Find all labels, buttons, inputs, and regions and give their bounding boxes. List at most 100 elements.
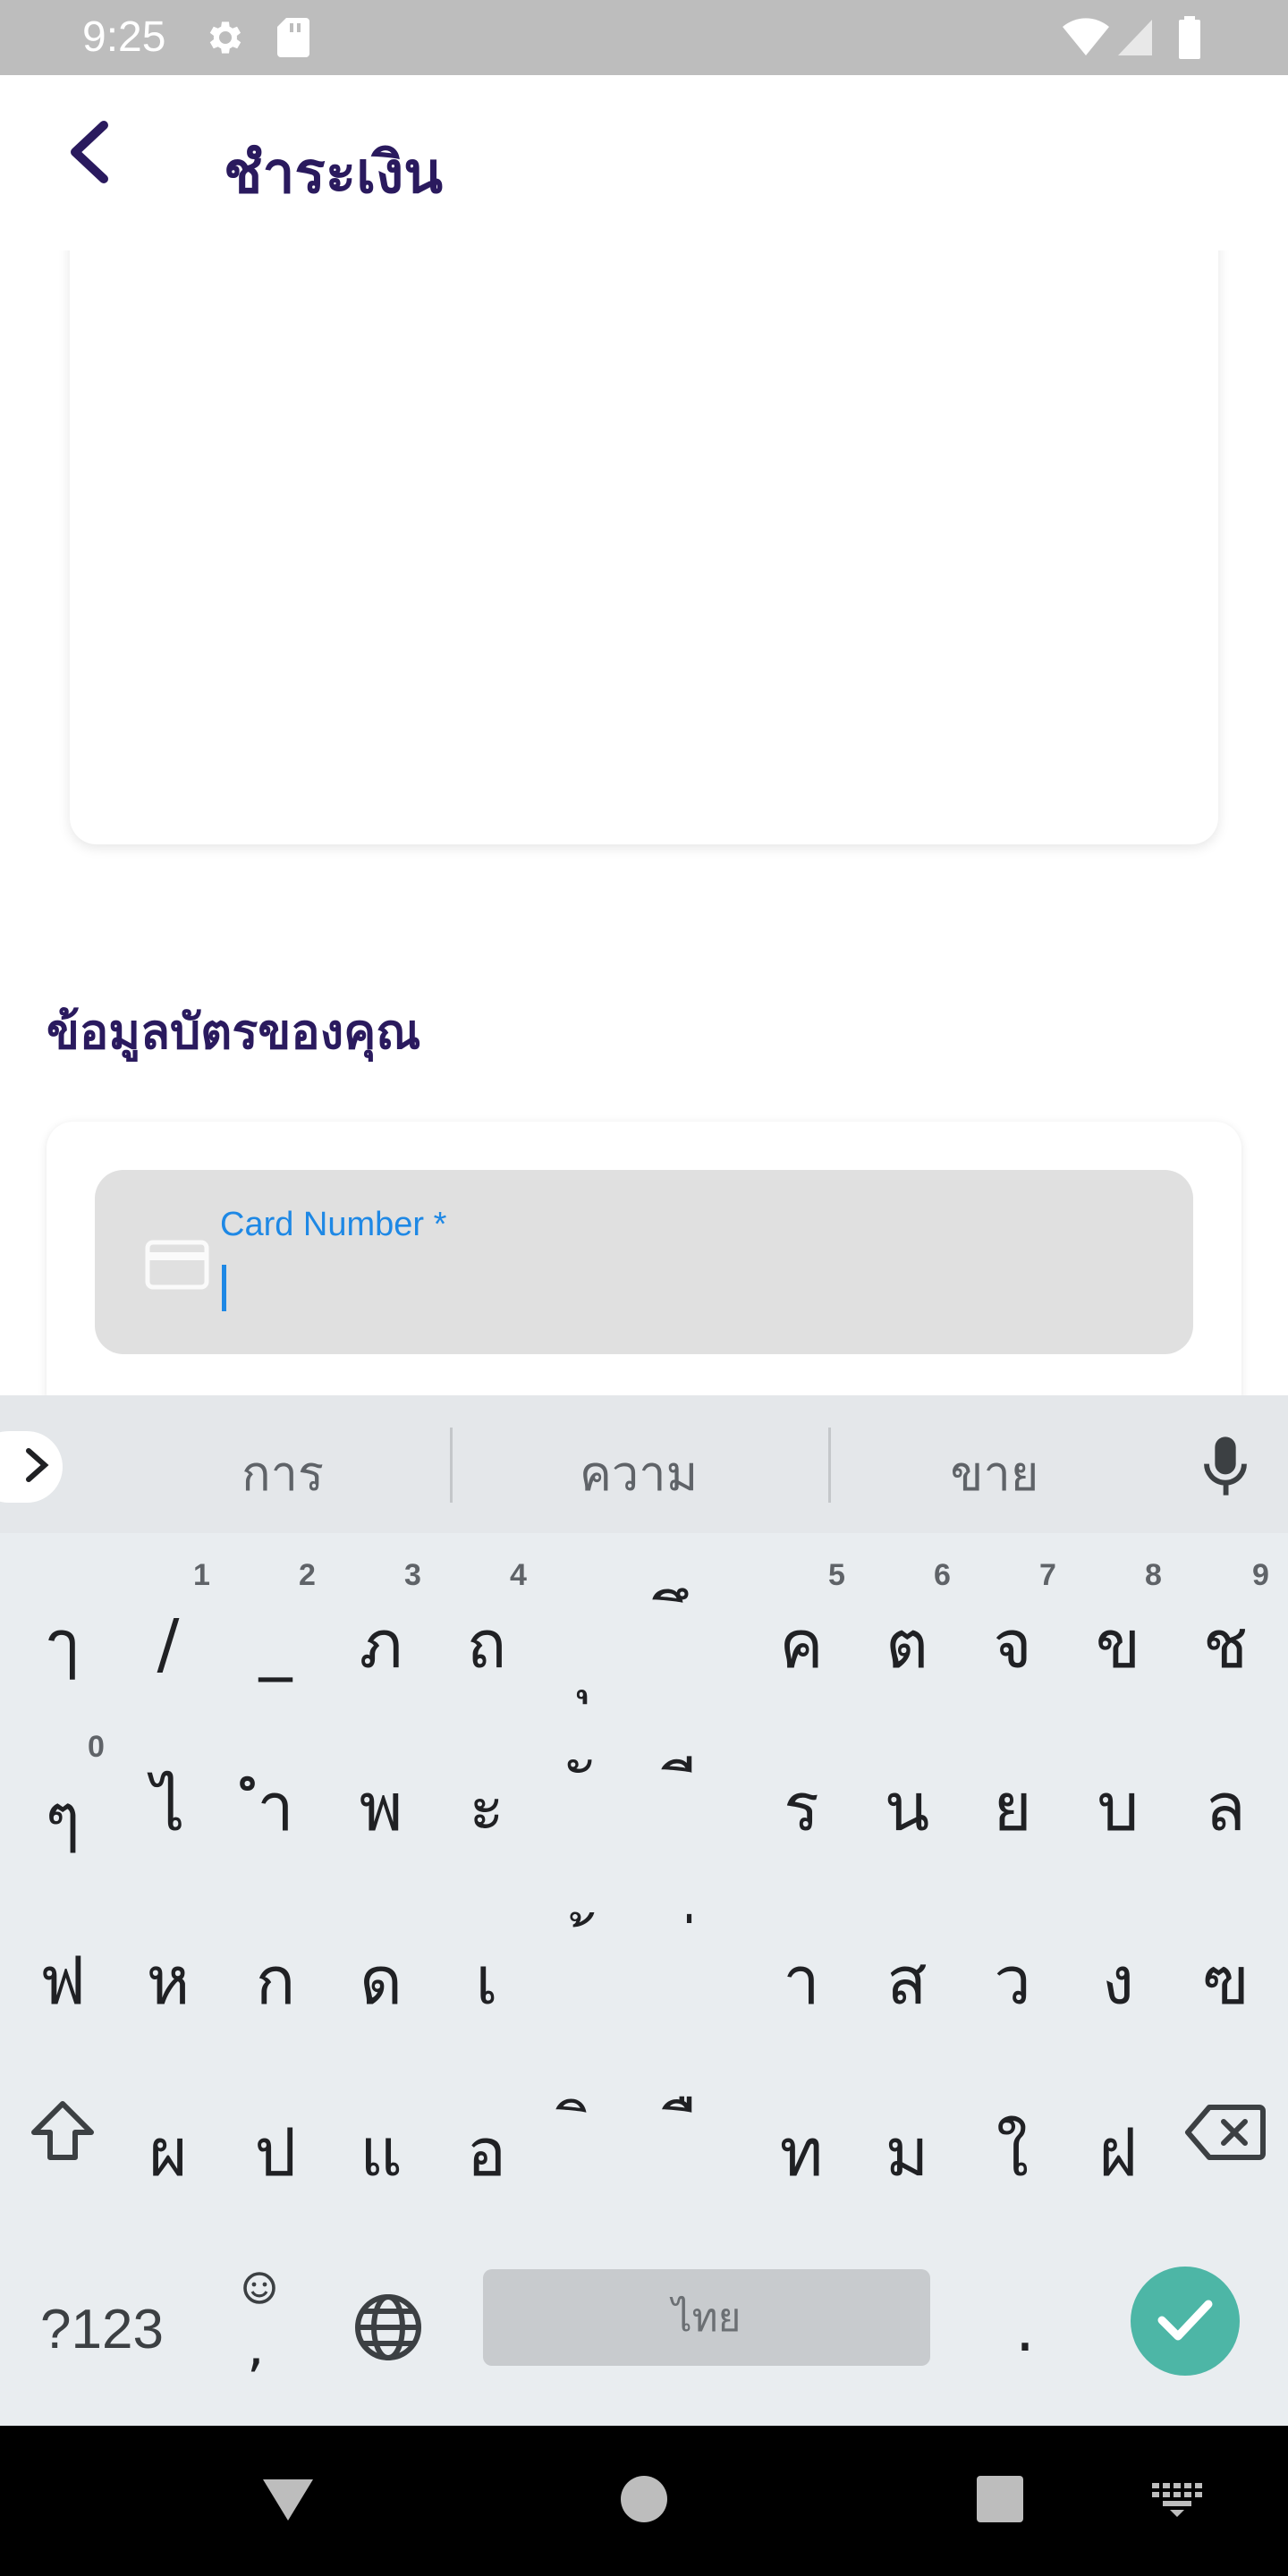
suggestion-divider bbox=[450, 1428, 453, 1503]
key[interactable]: ข bbox=[1066, 1572, 1170, 1716]
key[interactable]: บ bbox=[1066, 1735, 1170, 1878]
nav-home-button[interactable] bbox=[608, 2465, 680, 2537]
sd-card-icon bbox=[274, 16, 313, 63]
key[interactable]: ล bbox=[1174, 1735, 1277, 1878]
backspace-icon bbox=[1184, 2102, 1267, 2166]
key-hint: 3 bbox=[404, 1558, 421, 1592]
navigation-bar bbox=[0, 2426, 1288, 2576]
mic-icon[interactable] bbox=[1200, 1435, 1250, 1501]
text-cursor bbox=[222, 1265, 226, 1311]
key[interactable]: ป bbox=[224, 2080, 327, 2224]
key[interactable]: ม bbox=[855, 2080, 959, 2224]
key-hint: 0 bbox=[88, 1730, 105, 1764]
key[interactable]: ำ bbox=[224, 1735, 327, 1878]
key[interactable]: ๆ bbox=[11, 1746, 114, 1889]
globe-icon bbox=[352, 2292, 424, 2367]
key[interactable]: ฝ bbox=[1066, 2080, 1170, 2224]
key[interactable]: ช bbox=[1174, 1572, 1277, 1716]
key[interactable]: ื bbox=[646, 2057, 750, 2200]
card-form: Card Number * bbox=[47, 1122, 1241, 1395]
key[interactable]: ไ bbox=[116, 1735, 220, 1878]
suggestion-strip: การ ความ ขาย bbox=[0, 1395, 1288, 1533]
suggestion-divider bbox=[828, 1428, 831, 1503]
symbols-key[interactable]: ?123 bbox=[13, 2275, 191, 2383]
key[interactable]: ี bbox=[646, 1717, 750, 1860]
key[interactable]: ิ bbox=[540, 2057, 644, 2200]
suggestion-1[interactable]: การ bbox=[148, 1435, 417, 1512]
key[interactable]: ก bbox=[224, 1909, 327, 2052]
shift-icon bbox=[27, 2097, 98, 2172]
back-button[interactable] bbox=[47, 111, 132, 197]
key[interactable]: ๅ bbox=[11, 1572, 114, 1716]
keyboard-switch-icon bbox=[1150, 2481, 1204, 2521]
key[interactable]: _ bbox=[224, 1572, 327, 1716]
shift-key[interactable] bbox=[9, 2080, 116, 2188]
key-hint: 1 bbox=[193, 1558, 210, 1592]
key-hint: 8 bbox=[1145, 1558, 1162, 1592]
checkout-content[interactable]: ข้อมูลบัตรของคุณ Card Number * bbox=[0, 250, 1288, 1395]
key-hint: 4 bbox=[510, 1558, 527, 1592]
nav-recents-button[interactable] bbox=[964, 2465, 1036, 2537]
signal-icon bbox=[1116, 16, 1154, 63]
nav-back-button[interactable] bbox=[252, 2465, 324, 2537]
key[interactable]: ร bbox=[750, 1735, 853, 1878]
key[interactable]: ฟ bbox=[11, 1909, 114, 2052]
back-triangle-icon bbox=[259, 2474, 317, 2528]
period-key[interactable]: . bbox=[980, 2275, 1070, 2383]
space-key[interactable]: ไทย bbox=[483, 2269, 930, 2366]
key[interactable]: ใ bbox=[961, 2080, 1064, 2224]
key[interactable]: ด bbox=[329, 1909, 433, 2052]
credit-card-icon bbox=[145, 1240, 209, 1293]
key[interactable]: / bbox=[116, 1572, 220, 1716]
page-title: ชำระเงิน bbox=[224, 140, 443, 205]
key[interactable]: ว bbox=[961, 1909, 1064, 2052]
card-number-label: Card Number * bbox=[220, 1206, 447, 1243]
key[interactable]: ภ bbox=[329, 1572, 433, 1716]
key[interactable]: ห bbox=[116, 1909, 220, 2052]
key[interactable]: แ bbox=[329, 2080, 433, 2224]
key[interactable]: ส bbox=[855, 1909, 959, 2052]
card-number-field[interactable]: Card Number * bbox=[95, 1170, 1193, 1354]
key[interactable]: ย bbox=[961, 1735, 1064, 1878]
key[interactable]: น bbox=[855, 1735, 959, 1878]
home-circle-icon bbox=[619, 2474, 669, 2528]
card-info-heading: ข้อมูลบัตรของคุณ bbox=[47, 1005, 421, 1059]
key[interactable]: ผ bbox=[116, 2080, 220, 2224]
key-hint: 2 bbox=[299, 1558, 316, 1592]
key[interactable]: ึ bbox=[637, 1547, 741, 1690]
emoji-comma-key[interactable]: , bbox=[215, 2261, 304, 2395]
comma-label: , bbox=[247, 2313, 265, 2378]
key[interactable]: ะ bbox=[435, 1735, 538, 1878]
backspace-key[interactable] bbox=[1172, 2080, 1279, 2188]
suggestion-3[interactable]: ขาย bbox=[860, 1435, 1129, 1512]
key-hint: 5 bbox=[828, 1558, 845, 1592]
status-bar: 9:25 bbox=[0, 0, 1288, 75]
key[interactable]: ฃ bbox=[1174, 1909, 1277, 2052]
key[interactable]: ่ bbox=[646, 1887, 750, 2030]
done-key[interactable] bbox=[1131, 2267, 1240, 2376]
key[interactable]: ค bbox=[750, 1572, 853, 1716]
check-icon bbox=[1157, 2297, 1214, 2345]
key[interactable]: จ bbox=[961, 1572, 1064, 1716]
key[interactable]: ต bbox=[855, 1572, 959, 1716]
key[interactable]: า bbox=[750, 1909, 853, 2052]
keyboard-switch-button[interactable] bbox=[1141, 2465, 1213, 2537]
key[interactable]: อ bbox=[435, 2080, 538, 2224]
key[interactable]: ้ bbox=[540, 1887, 644, 2030]
key[interactable]: เ bbox=[435, 1909, 538, 2052]
chevron-left-icon bbox=[64, 120, 114, 188]
order-summary-card bbox=[70, 250, 1218, 844]
wifi-icon bbox=[1061, 16, 1111, 63]
key[interactable]: ั bbox=[540, 1717, 644, 1860]
key[interactable]: ท bbox=[750, 2080, 853, 2224]
language-key[interactable] bbox=[335, 2275, 442, 2383]
suggestion-2[interactable]: ความ bbox=[504, 1435, 773, 1512]
key[interactable]: ถ bbox=[435, 1572, 538, 1716]
key[interactable]: ง bbox=[1066, 1909, 1170, 2052]
key[interactable]: ุ bbox=[540, 1592, 644, 1735]
expand-suggestions-button[interactable] bbox=[0, 1431, 63, 1503]
app-bar: ชำระเงิน bbox=[0, 75, 1288, 250]
battery-icon bbox=[1177, 16, 1202, 63]
key[interactable]: พ bbox=[329, 1735, 433, 1878]
chevron-right-icon bbox=[25, 1447, 50, 1487]
